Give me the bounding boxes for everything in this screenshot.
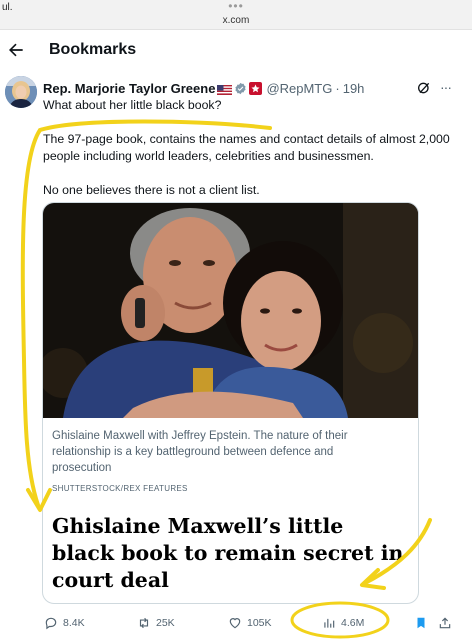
- views-icon: [324, 618, 335, 628]
- photo-credit: SHUTTERSTOCK/REX FEATURES: [52, 484, 188, 493]
- card-caption: Ghislaine Maxwell with Jeffrey Epstein. …: [52, 430, 348, 474]
- tweet-text-paragraph: No one believes there is not a client li…: [43, 183, 260, 197]
- author-handle[interactable]: @RepMTG: [266, 81, 332, 96]
- grok-icon[interactable]: [416, 80, 432, 96]
- like-count: 105K: [247, 617, 272, 629]
- article-photo[interactable]: [43, 203, 418, 418]
- like-icon: [229, 618, 241, 629]
- tweet-text-line: What about her little black book?: [43, 98, 222, 112]
- browser-menu-dots[interactable]: •••: [0, 0, 472, 12]
- link-card[interactable]: Ghislaine Maxwell with Jeffrey Epstein. …: [42, 202, 419, 604]
- tweet-timestamp[interactable]: 19h: [343, 81, 365, 96]
- browser-top-bar: ul. ••• x.com: [0, 0, 472, 30]
- repost-count: 25K: [156, 617, 175, 629]
- avatar[interactable]: [5, 76, 37, 108]
- article-headline[interactable]: Ghislaine Maxwell’s little black book to…: [52, 513, 407, 594]
- views-button[interactable]: 4.6M: [322, 612, 364, 634]
- reply-button[interactable]: 8.4K: [44, 612, 85, 634]
- meta-separator: ·: [335, 80, 340, 96]
- url-bar[interactable]: x.com: [0, 15, 472, 26]
- share-button[interactable]: [438, 612, 452, 634]
- tweet-author-row: Rep. Marjorie Taylor Greene @RepMTG · 19…: [43, 79, 364, 97]
- author-name[interactable]: Rep. Marjorie Taylor Greene: [43, 81, 215, 96]
- repost-button[interactable]: 25K: [137, 612, 175, 634]
- more-icon[interactable]: ···: [440, 79, 452, 95]
- repost-icon: [139, 617, 149, 629]
- share-icon: [439, 617, 451, 629]
- like-button[interactable]: 105K: [228, 612, 272, 634]
- tweet-action-bar: 8.4K 25K 105K 4.6M: [0, 612, 472, 634]
- bookmark-icon: [417, 617, 425, 629]
- tweet-text-paragraph: The 97-page book, contains the names and…: [43, 132, 450, 163]
- views-count: 4.6M: [341, 617, 365, 629]
- verified-badge-icon: [234, 82, 247, 95]
- page-title: Bookmarks: [49, 41, 137, 58]
- affiliate-badge-icon[interactable]: [249, 81, 263, 95]
- reply-count: 8.4K: [63, 617, 85, 629]
- bookmark-button[interactable]: [414, 612, 428, 634]
- us-flag-icon: [217, 83, 233, 95]
- back-arrow-icon[interactable]: [6, 40, 26, 60]
- reply-icon: [45, 617, 57, 630]
- page-header: Bookmarks: [0, 30, 472, 72]
